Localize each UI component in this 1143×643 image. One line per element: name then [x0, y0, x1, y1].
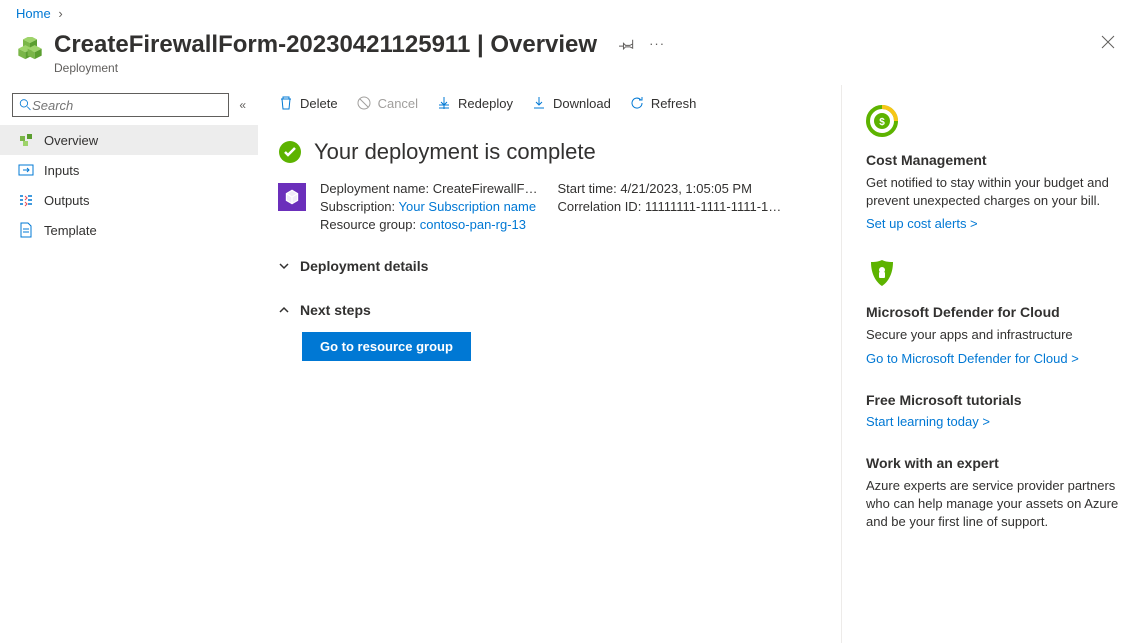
- collapse-sidebar-icon[interactable]: «: [239, 98, 246, 112]
- main-content: Delete Cancel Redeploy Download Refresh: [258, 85, 841, 643]
- go-to-resource-group-button[interactable]: Go to resource group: [302, 332, 471, 361]
- sidebar-item-label: Inputs: [44, 163, 79, 178]
- sidebar-item-inputs[interactable]: Inputs: [0, 155, 258, 185]
- chevron-right-icon: ›: [58, 6, 62, 21]
- download-button[interactable]: Download: [531, 95, 611, 111]
- right-panel: $ Cost Management Get notified to stay w…: [841, 85, 1143, 643]
- sidebar-item-template[interactable]: Template: [0, 215, 258, 245]
- next-steps-toggle[interactable]: Next steps: [278, 296, 821, 324]
- svg-text:$: $: [879, 117, 885, 128]
- chevron-up-icon: [278, 304, 290, 316]
- card-text: Get notified to stay within your budget …: [866, 174, 1119, 210]
- card-title: Work with an expert: [866, 455, 1119, 471]
- deployment-details-toggle[interactable]: Deployment details: [278, 252, 821, 280]
- page-header: CreateFirewallForm-20230421125911 | Over…: [0, 27, 1143, 85]
- defender-card: Microsoft Defender for Cloud Secure your…: [866, 257, 1119, 365]
- card-text: Azure experts are service provider partn…: [866, 477, 1119, 532]
- tutorials-link[interactable]: Start learning today >: [866, 414, 990, 429]
- success-icon: [278, 140, 302, 164]
- breadcrumb: Home ›: [0, 0, 1143, 27]
- more-icon[interactable]: ···: [649, 36, 665, 55]
- resource-group-link[interactable]: contoso-pan-rg-13: [420, 217, 526, 232]
- start-time-value: 4/21/2023, 1:05:05 PM: [620, 181, 752, 196]
- delete-icon: [278, 95, 294, 111]
- status-text: Your deployment is complete: [314, 139, 596, 165]
- cancel-icon: [356, 95, 372, 111]
- chevron-down-icon: [278, 260, 290, 272]
- card-text: Secure your apps and infrastructure: [866, 326, 1119, 344]
- subscription-link[interactable]: Your Subscription name: [399, 199, 537, 214]
- defender-link[interactable]: Go to Microsoft Defender for Cloud >: [866, 351, 1079, 366]
- search-icon: [19, 98, 32, 112]
- search-input[interactable]: [12, 93, 229, 117]
- page-subtitle: Deployment: [54, 61, 665, 75]
- redeploy-icon: [436, 95, 452, 111]
- card-title: Cost Management: [866, 152, 1119, 168]
- deployment-name-value: CreateFirewallF…: [433, 181, 538, 196]
- overview-icon: [18, 132, 34, 148]
- status-row: Your deployment is complete: [258, 121, 841, 175]
- toolbar: Delete Cancel Redeploy Download Refresh: [258, 85, 841, 121]
- correlation-id-value: 11111111-1111-1111-1…: [645, 199, 781, 214]
- cost-alerts-link[interactable]: Set up cost alerts >: [866, 216, 978, 231]
- pin-icon[interactable]: [619, 36, 635, 55]
- outputs-icon: [18, 192, 34, 208]
- deployment-details: Deployment name: CreateFirewallF… Subscr…: [258, 175, 841, 244]
- redeploy-button[interactable]: Redeploy: [436, 95, 513, 111]
- card-title: Free Microsoft tutorials: [866, 392, 1119, 408]
- page-title: CreateFirewallForm-20230421125911 | Over…: [54, 31, 597, 59]
- sidebar-item-outputs[interactable]: Outputs: [0, 185, 258, 215]
- tutorials-card: Free Microsoft tutorials Start learning …: [866, 392, 1119, 429]
- resource-icon: [278, 183, 306, 211]
- sidebar-item-label: Overview: [44, 133, 98, 148]
- refresh-button[interactable]: Refresh: [629, 95, 697, 111]
- shield-icon: [866, 257, 898, 289]
- breadcrumb-home[interactable]: Home: [16, 6, 51, 21]
- cost-icon: $: [866, 105, 898, 137]
- cost-management-card: $ Cost Management Get notified to stay w…: [866, 105, 1119, 231]
- close-button[interactable]: [1089, 31, 1127, 57]
- inputs-icon: [18, 162, 34, 178]
- sidebar-item-label: Template: [44, 223, 97, 238]
- delete-button[interactable]: Delete: [278, 95, 338, 111]
- expert-card: Work with an expert Azure experts are se…: [866, 455, 1119, 532]
- cancel-button: Cancel: [356, 95, 418, 111]
- sidebar: « Overview Inputs Outputs Template: [0, 85, 258, 643]
- download-icon: [531, 95, 547, 111]
- card-title: Microsoft Defender for Cloud: [866, 304, 1119, 320]
- deployment-icon: [16, 37, 44, 65]
- refresh-icon: [629, 95, 645, 111]
- sidebar-item-label: Outputs: [44, 193, 90, 208]
- sidebar-item-overview[interactable]: Overview: [0, 125, 258, 155]
- template-icon: [18, 222, 34, 238]
